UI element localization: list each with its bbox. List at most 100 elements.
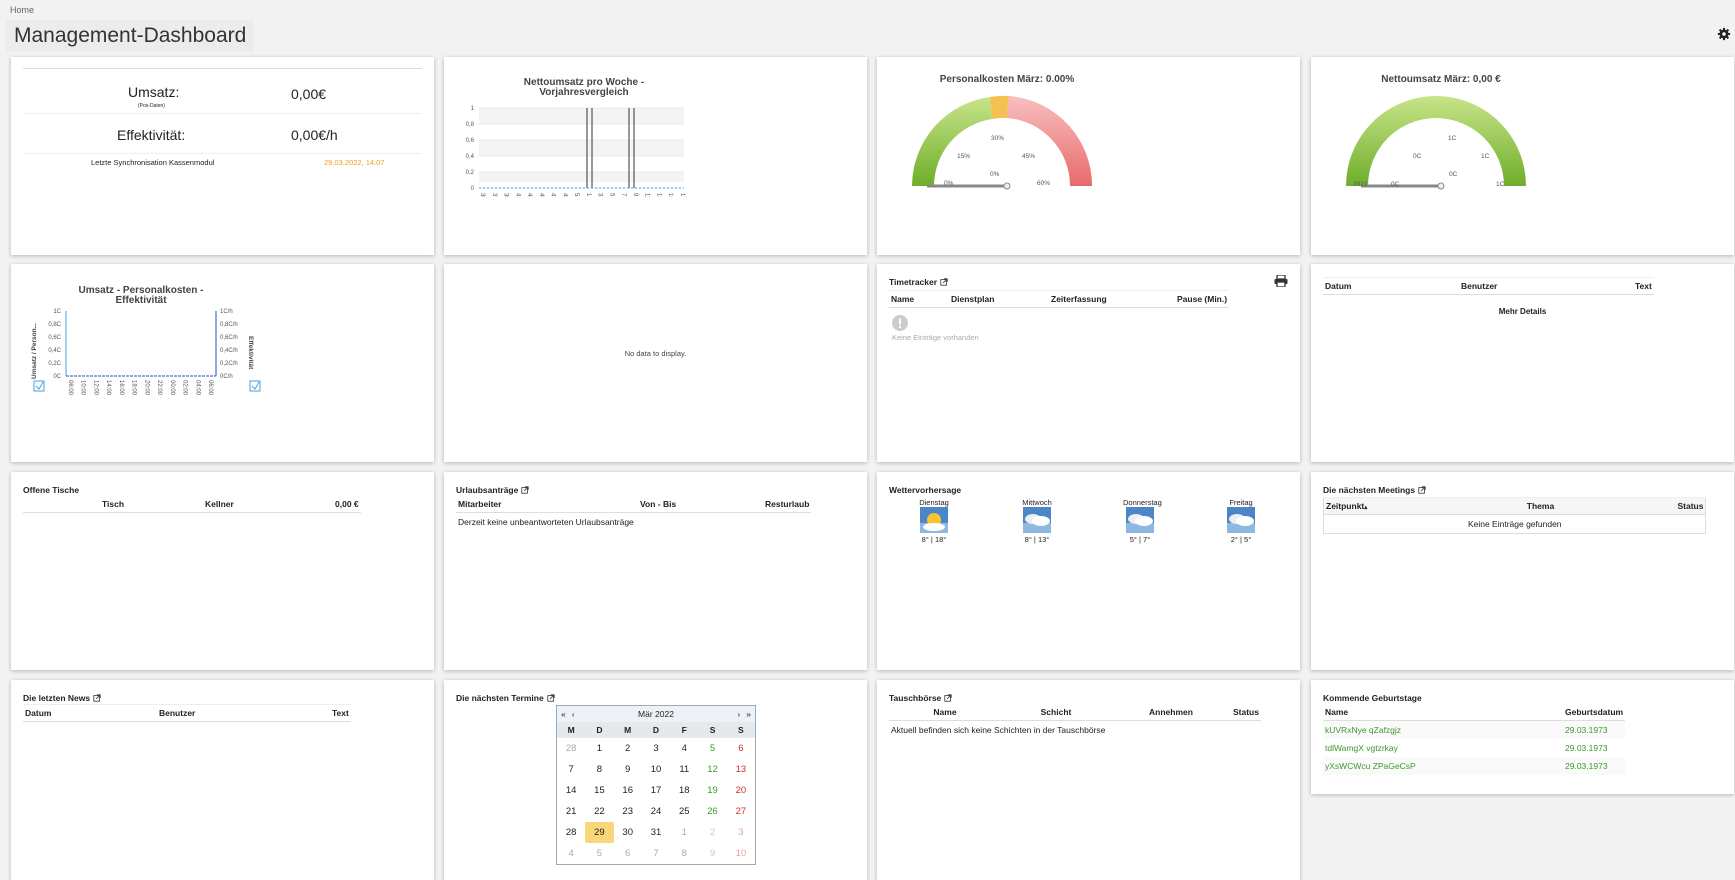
x-tick-label: 17 — [679, 193, 685, 197]
col-geburtsdatum[interactable]: Geburtsdatum — [1563, 704, 1626, 721]
col-zeiterfassung[interactable]: Zeiterfassung — [1049, 290, 1175, 308]
calendar-day[interactable]: 25 — [670, 801, 698, 822]
x-tick-label: 3 — [597, 193, 603, 197]
col-annehmen[interactable]: Annehmen — [1111, 704, 1231, 721]
vacation-title[interactable]: Urlaubsanträge — [456, 485, 529, 495]
calendar-day[interactable]: 28 — [557, 738, 585, 759]
prev-month-icon[interactable]: ‹ — [572, 709, 575, 719]
calendar-day[interactable]: 3 — [642, 738, 670, 759]
external-link-icon[interactable] — [521, 486, 529, 494]
calendar-day[interactable]: 9 — [614, 759, 642, 780]
col-schicht[interactable]: Schicht — [1001, 704, 1111, 721]
col-dienstplan[interactable]: Dienstplan — [949, 290, 1049, 308]
col-mitarbeiter[interactable]: Mitarbeiter — [456, 496, 638, 513]
calendar-day[interactable]: 17 — [642, 780, 670, 801]
calendar-day[interactable]: 6 — [727, 738, 755, 759]
calendar-day[interactable]: 10 — [727, 843, 755, 864]
calendar-day[interactable]: 13 — [727, 759, 755, 780]
calendar-day[interactable]: 4 — [670, 738, 698, 759]
calendar-day[interactable]: 2 — [698, 822, 726, 843]
swap-empty: Aktuell befinden sich keine Schichten in… — [891, 725, 1106, 735]
col-status[interactable]: Status — [1231, 704, 1261, 721]
calendar-day[interactable]: 24 — [642, 801, 670, 822]
calendar-day[interactable]: 3 — [727, 822, 755, 843]
col-text[interactable]: Text — [330, 704, 351, 722]
birthday-name[interactable]: kUVRxNye qZafzgjz — [1323, 721, 1563, 740]
calendar-day[interactable]: 9 — [698, 843, 726, 864]
calendar-day[interactable]: 10 — [642, 759, 670, 780]
table-row: kUVRxNye qZafzgjz 29.03.1973 — [1323, 720, 1626, 740]
breadcrumb[interactable]: Home — [10, 5, 34, 15]
col-zeitpunkt[interactable]: Zeitpunkt▴ — [1323, 497, 1406, 515]
more-details-link[interactable]: Mehr Details — [1311, 307, 1734, 316]
col-benutzer[interactable]: Benutzer — [157, 704, 330, 722]
calendar-day[interactable]: 6 — [614, 843, 642, 864]
calendar: « ‹ Mär 2022 › » M D M D F S S 28 1 2 3 4 5 6 7 8 9 10 11 1… — [556, 705, 756, 865]
news-title[interactable]: Die letzten News — [23, 693, 101, 703]
calendar-day[interactable]: 5 — [585, 843, 613, 864]
swap-title[interactable]: Tauschbörse — [889, 693, 952, 703]
calendar-day[interactable]: 8 — [670, 843, 698, 864]
calendar-day[interactable]: 28 — [557, 822, 585, 843]
col-datum[interactable]: Datum — [23, 704, 157, 722]
calendar-day[interactable]: 26 — [698, 801, 726, 822]
calendar-month[interactable]: Mär 2022 — [638, 709, 674, 719]
calendar-day[interactable]: 1 — [585, 738, 613, 759]
external-link-icon[interactable] — [1418, 486, 1426, 494]
appointments-title[interactable]: Die nächsten Termine — [456, 693, 555, 703]
calendar-day[interactable]: 19 — [698, 780, 726, 801]
col-resturlaub[interactable]: Resturlaub — [763, 496, 812, 513]
col-von-bis[interactable]: Von - Bis — [638, 496, 763, 513]
gauge-label: 30% — [991, 135, 1004, 142]
meetings-title[interactable]: Die nächsten Meetings — [1323, 485, 1426, 495]
weather-day: Mittwoch 8° | 13° — [1020, 498, 1054, 544]
calendar-day[interactable]: 4 — [557, 843, 585, 864]
external-link-icon[interactable] — [547, 694, 555, 702]
calendar-day[interactable]: 29 — [585, 822, 614, 843]
calendar-day[interactable]: 27 — [727, 801, 755, 822]
calendar-day[interactable]: 30 — [614, 822, 642, 843]
calendar-day[interactable]: 5 — [698, 738, 726, 759]
col-kellner[interactable]: Kellner — [203, 496, 333, 513]
timetracker-title[interactable]: Timetracker — [889, 277, 948, 287]
col-status[interactable]: Status — [1675, 497, 1706, 515]
col-pause[interactable]: Pause (Min.) — [1175, 290, 1230, 308]
next-year-icon[interactable]: » — [746, 709, 751, 719]
col-thema[interactable]: Thema — [1405, 497, 1676, 515]
personnel-gauge-svg: 0% 15% 30% 45% 60% 0% — [912, 95, 1093, 190]
calendar-day[interactable]: 7 — [557, 759, 585, 780]
y-left-tick-label: 1C — [53, 309, 61, 315]
calendar-day[interactable]: 14 — [557, 780, 585, 801]
col-text[interactable]: Text — [1633, 277, 1654, 295]
col-name[interactable]: Name — [889, 704, 1001, 721]
birthday-name[interactable]: yXsWCWcu ZPaGeCsP — [1323, 757, 1563, 775]
gear-icon[interactable] — [1717, 27, 1731, 41]
col-name[interactable]: Name — [889, 290, 949, 308]
calendar-day[interactable]: 2 — [614, 738, 642, 759]
col-datum[interactable]: Datum — [1323, 277, 1459, 295]
calendar-day[interactable]: 23 — [614, 801, 642, 822]
print-icon[interactable] — [1274, 275, 1288, 287]
birthday-name[interactable]: tdlWamgX vgtzrkay — [1323, 739, 1563, 757]
col-name[interactable]: Name — [1323, 704, 1563, 721]
col-tisch[interactable]: Tisch — [23, 496, 203, 513]
birthday-date: 29.03.1973 — [1565, 761, 1608, 771]
external-link-icon[interactable] — [940, 278, 948, 286]
calendar-day[interactable]: 8 — [585, 759, 613, 780]
calendar-day[interactable]: 31 — [642, 822, 670, 843]
external-link-icon[interactable] — [93, 694, 101, 702]
calendar-day[interactable]: 15 — [585, 780, 613, 801]
calendar-day[interactable]: 16 — [614, 780, 642, 801]
calendar-day[interactable]: 7 — [642, 843, 670, 864]
next-month-icon[interactable]: › — [737, 709, 740, 719]
calendar-day[interactable]: 22 — [585, 801, 613, 822]
calendar-day[interactable]: 20 — [727, 780, 755, 801]
calendar-day[interactable]: 11 — [670, 759, 698, 780]
col-benutzer[interactable]: Benutzer — [1459, 277, 1633, 295]
calendar-day[interactable]: 1 — [670, 822, 698, 843]
external-link-icon[interactable] — [944, 694, 952, 702]
prev-year-icon[interactable]: « — [561, 709, 566, 719]
calendar-day[interactable]: 21 — [557, 801, 585, 822]
calendar-day[interactable]: 12 — [698, 759, 726, 780]
calendar-day[interactable]: 18 — [670, 780, 698, 801]
